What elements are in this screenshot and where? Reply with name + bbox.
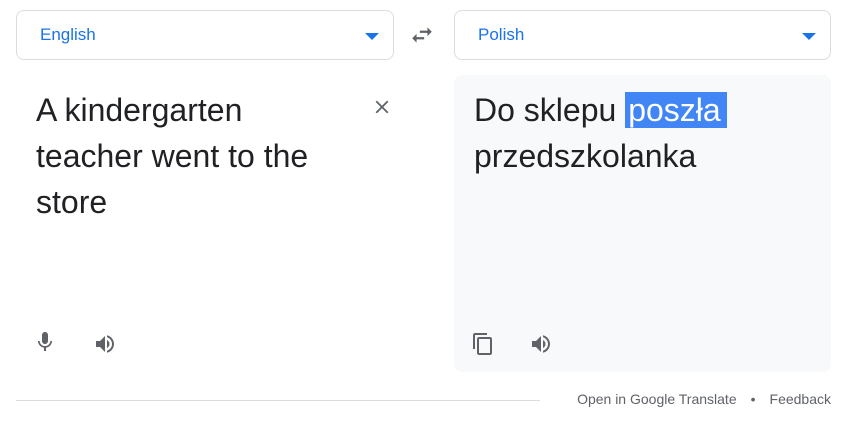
source-language-label: English	[40, 25, 96, 44]
translation-text: Do sklepu poszła przedszkolanka	[474, 87, 804, 179]
volume-up-icon	[96, 335, 114, 353]
swap-horiz-icon	[412, 27, 432, 43]
footer-divider	[16, 400, 540, 401]
voice-input-button[interactable]	[29, 326, 61, 358]
listen-source-button[interactable]	[89, 328, 121, 360]
translation-pane: Do sklepu poszła przedszkolanka	[454, 75, 831, 372]
footer: Open in Google Translate • Feedback	[577, 391, 831, 407]
listen-translation-button[interactable]	[525, 328, 557, 360]
feedback-link[interactable]: Feedback	[770, 391, 831, 407]
clear-source-button[interactable]	[368, 93, 396, 121]
source-language-select[interactable]: English	[16, 10, 394, 60]
source-text-input[interactable]: A kindergarten teacher went to the store	[36, 87, 336, 225]
chevron-down-icon	[802, 32, 816, 40]
swap-languages-button[interactable]	[405, 18, 439, 52]
target-language-label: Polish	[478, 25, 525, 44]
close-icon	[375, 100, 389, 114]
source-text-pane: A kindergarten teacher went to the store	[16, 75, 394, 372]
copy-translation-button[interactable]	[467, 328, 499, 360]
open-in-google-translate-link[interactable]: Open in Google Translate	[577, 391, 737, 407]
mic-icon	[38, 332, 52, 351]
footer-separator: •	[750, 391, 756, 407]
highlighted-word[interactable]: poszła	[625, 92, 727, 128]
content-copy-icon	[473, 333, 492, 355]
volume-up-icon	[532, 335, 550, 353]
translation-text-before: Do sklepu	[474, 92, 626, 128]
target-language-select[interactable]: Polish	[454, 10, 831, 60]
chevron-down-icon	[365, 32, 379, 40]
translation-text-after: przedszkolanka	[474, 138, 697, 174]
